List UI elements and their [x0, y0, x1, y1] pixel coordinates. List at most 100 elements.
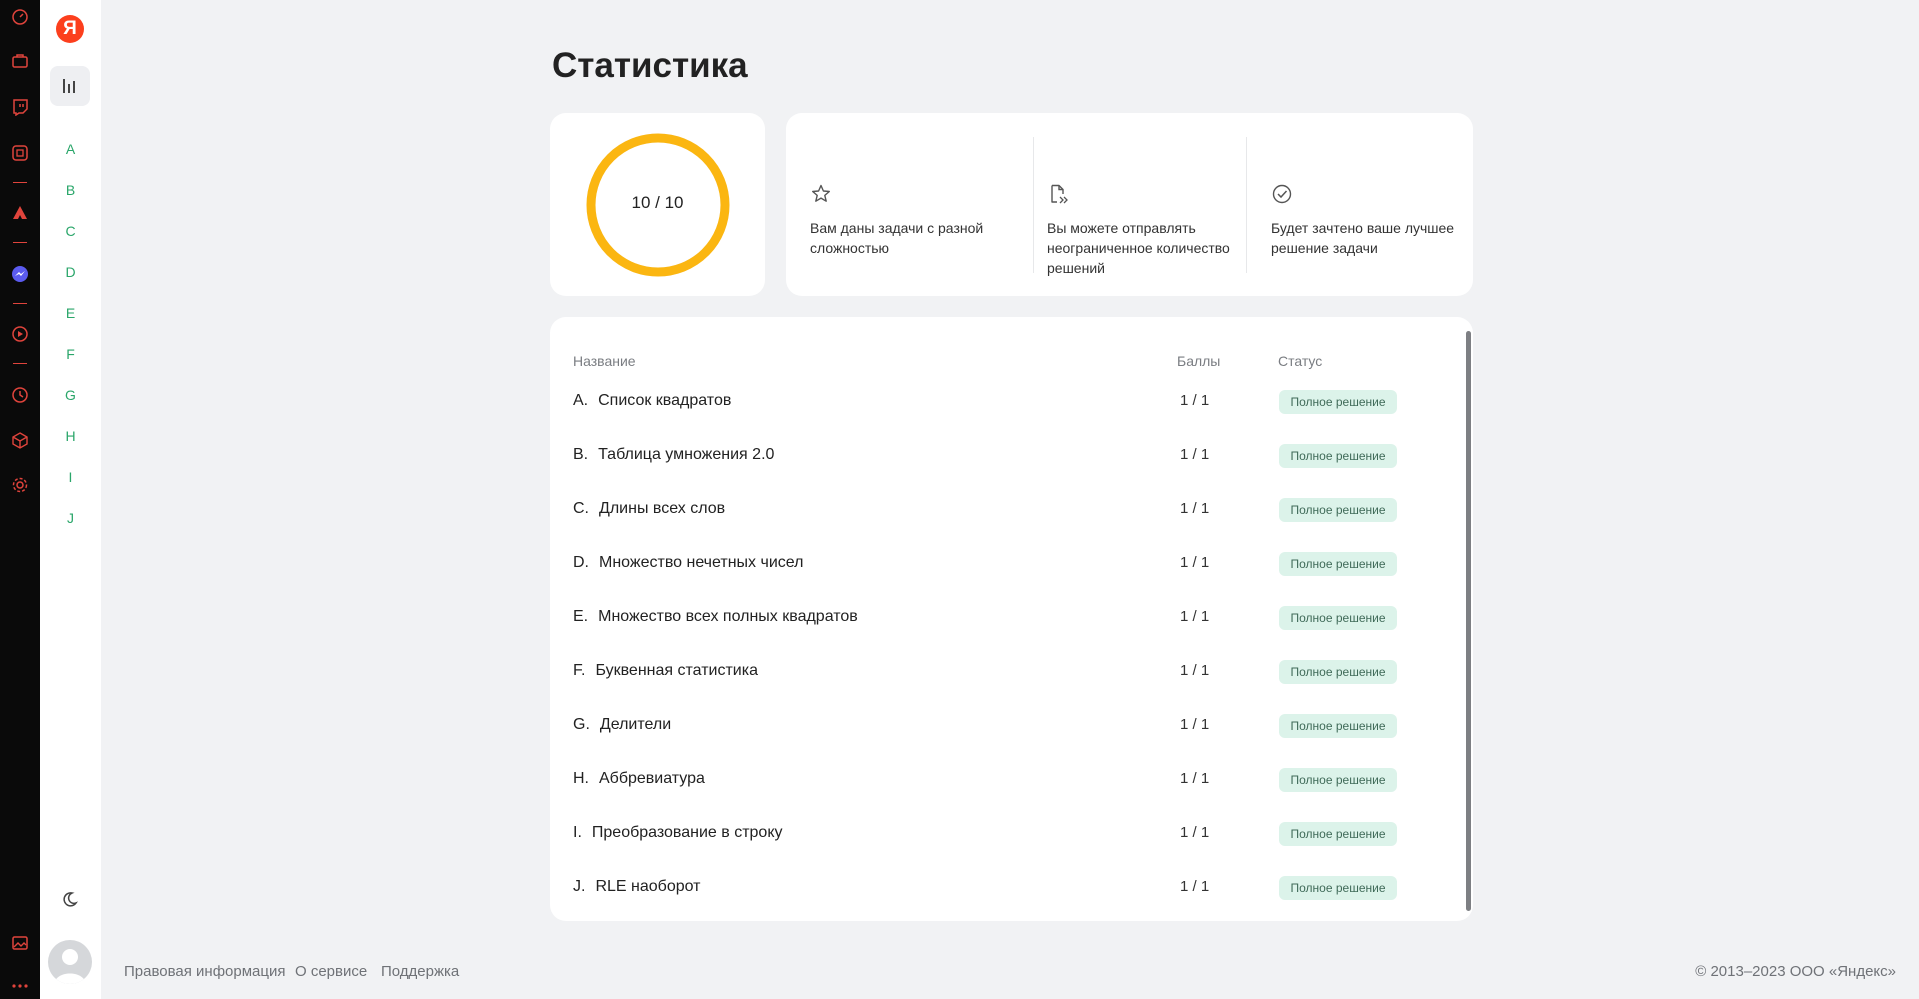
- table-row[interactable]: B. Таблица умножения 2.0 1 / 1 Полное реш…: [550, 435, 1473, 475]
- problem-score: 1 / 1: [1180, 608, 1210, 625]
- speedometer-icon[interactable]: [9, 6, 31, 28]
- problem-title[interactable]: G. Делители: [573, 705, 671, 745]
- info-item: Будет зачтено ваше лучшее решение задачи: [1271, 183, 1461, 258]
- status-badge: Полное решение: [1279, 390, 1397, 414]
- side-navigation: Я A B C D E F G H I J: [40, 0, 101, 999]
- theme-toggle-button[interactable]: [58, 887, 82, 911]
- document-send-icon: [1051, 184, 1068, 204]
- problem-letter: A.: [573, 392, 589, 409]
- problem-title[interactable]: J. RLE наоборот: [573, 867, 701, 907]
- problem-title[interactable]: E. Множество всех полных квадратов: [573, 597, 858, 637]
- problem-letter: F.: [573, 662, 586, 679]
- bar-chart-icon: [63, 79, 75, 93]
- problem-name: Буквенная статистика: [595, 662, 758, 679]
- table-row[interactable]: H. Аббревиатура 1 / 1 Полное решение: [550, 759, 1473, 799]
- yandex-logo[interactable]: Я: [56, 15, 84, 43]
- problem-link-g[interactable]: G: [40, 387, 101, 403]
- table-row[interactable]: A. Список квадратов 1 / 1 Полное решение: [550, 381, 1473, 421]
- header-name: Название: [573, 353, 636, 369]
- problem-letter: H.: [573, 770, 589, 787]
- problem-link-d[interactable]: D: [40, 264, 101, 280]
- score-card: 10 / 10: [550, 113, 765, 296]
- problem-title[interactable]: C. Длины всех слов: [573, 489, 725, 529]
- cube-icon[interactable]: [9, 429, 31, 451]
- twitch-icon[interactable]: [9, 96, 31, 118]
- messenger-icon[interactable]: [9, 263, 31, 285]
- table-row[interactable]: F. Буквенная статистика 1 / 1 Полное реше…: [550, 651, 1473, 691]
- problem-title[interactable]: D. Множество нечетных чисел: [573, 543, 803, 583]
- app-icon[interactable]: [9, 142, 31, 164]
- browser-sidebar: [0, 0, 40, 999]
- info-item: Вы можете отправлять неограниченное коли…: [1047, 183, 1237, 278]
- problem-name: Множество нечетных чисел: [599, 554, 804, 571]
- problem-title[interactable]: I. Преобразование в строку: [573, 813, 783, 853]
- problem-link-i[interactable]: I: [40, 469, 101, 485]
- problem-link-j[interactable]: J: [40, 510, 101, 526]
- problem-name: Длины всех слов: [599, 500, 726, 517]
- problem-title[interactable]: B. Таблица умножения 2.0: [573, 435, 774, 475]
- aliexpress-icon[interactable]: [9, 202, 31, 224]
- problem-link-e[interactable]: E: [40, 305, 101, 321]
- problem-score: 1 / 1: [1180, 392, 1210, 409]
- problem-letter: I.: [573, 824, 582, 841]
- problem-title[interactable]: H. Аббревиатура: [573, 759, 705, 799]
- copyright: © 2013–2023 ООО «Яндекс»: [1695, 963, 1896, 980]
- problem-letter: E.: [573, 608, 589, 625]
- info-item: Вам даны задачи с разной сложностью: [810, 183, 1000, 258]
- divider: [1033, 137, 1034, 273]
- problem-letter: B.: [573, 446, 589, 463]
- page-title: Статистика: [552, 46, 748, 85]
- problem-name: RLE наоборот: [595, 878, 701, 895]
- header-score: Баллы: [1177, 353, 1221, 369]
- problem-link-h[interactable]: H: [40, 428, 101, 444]
- table-row[interactable]: D. Множество нечетных чисел 1 / 1 Полное …: [550, 543, 1473, 583]
- problem-score: 1 / 1: [1180, 500, 1210, 517]
- problem-letter: D.: [573, 554, 589, 571]
- footer-about-link[interactable]: О сервисе: [295, 963, 367, 980]
- problem-score: 1 / 1: [1180, 446, 1210, 463]
- problem-title[interactable]: A. Список квадратов: [573, 381, 731, 421]
- more-icon[interactable]: [9, 975, 31, 997]
- problems-table: Название Баллы Статус A. Список квадратов…: [550, 317, 1473, 921]
- scrollbar[interactable]: [1466, 331, 1471, 911]
- problem-score: 1 / 1: [1180, 716, 1210, 733]
- gallery-icon[interactable]: [9, 932, 31, 954]
- problem-name: Список квадратов: [598, 392, 732, 409]
- problem-name: Аббревиатура: [599, 770, 705, 787]
- problem-link-c[interactable]: C: [40, 223, 101, 239]
- table-row[interactable]: G. Делители 1 / 1 Полное решение: [550, 705, 1473, 745]
- table-row[interactable]: J. RLE наоборот 1 / 1 Полное решение: [550, 867, 1473, 907]
- footer-support-link[interactable]: Поддержка: [381, 963, 459, 980]
- avatar[interactable]: [48, 940, 92, 984]
- problem-letter: G.: [573, 716, 590, 733]
- table-row[interactable]: E. Множество всех полных квадратов 1 / 1 …: [550, 597, 1473, 637]
- problem-letter: C.: [573, 500, 589, 517]
- problem-title[interactable]: F. Буквенная статистика: [573, 651, 758, 691]
- statistics-button[interactable]: [50, 66, 90, 106]
- clock-icon[interactable]: [9, 384, 31, 406]
- play-icon[interactable]: [9, 323, 31, 345]
- status-badge: Полное решение: [1279, 498, 1397, 522]
- problem-link-f[interactable]: F: [40, 346, 101, 362]
- briefcase-icon[interactable]: [9, 50, 31, 72]
- score-value: 10 / 10: [631, 193, 684, 212]
- problem-name: Преобразование в строку: [591, 824, 783, 841]
- gear-icon[interactable]: [9, 474, 31, 496]
- problem-link-a[interactable]: A: [40, 141, 101, 157]
- status-badge: Полное решение: [1279, 660, 1397, 684]
- moon-icon: [63, 892, 79, 907]
- problem-score: 1 / 1: [1180, 662, 1210, 679]
- user-icon: [54, 949, 86, 984]
- info-text: Вы можете отправлять неограниченное коли…: [1047, 220, 1230, 276]
- footer-legal-link[interactable]: Правовая информация: [124, 963, 285, 980]
- problem-link-b[interactable]: B: [40, 182, 101, 198]
- problem-score: 1 / 1: [1180, 554, 1210, 571]
- table-row[interactable]: C. Длины всех слов 1 / 1 Полное решение: [550, 489, 1473, 529]
- info-card: Вам даны задачи с разной сложностью Вы м…: [786, 113, 1473, 296]
- table-row[interactable]: I. Преобразование в строку 1 / 1 Полное р…: [550, 813, 1473, 853]
- problem-letter: J.: [573, 878, 586, 895]
- status-badge: Полное решение: [1279, 768, 1397, 792]
- status-badge: Полное решение: [1279, 444, 1397, 468]
- problem-name: Делители: [599, 716, 672, 733]
- check-circle-icon: [1272, 184, 1292, 204]
